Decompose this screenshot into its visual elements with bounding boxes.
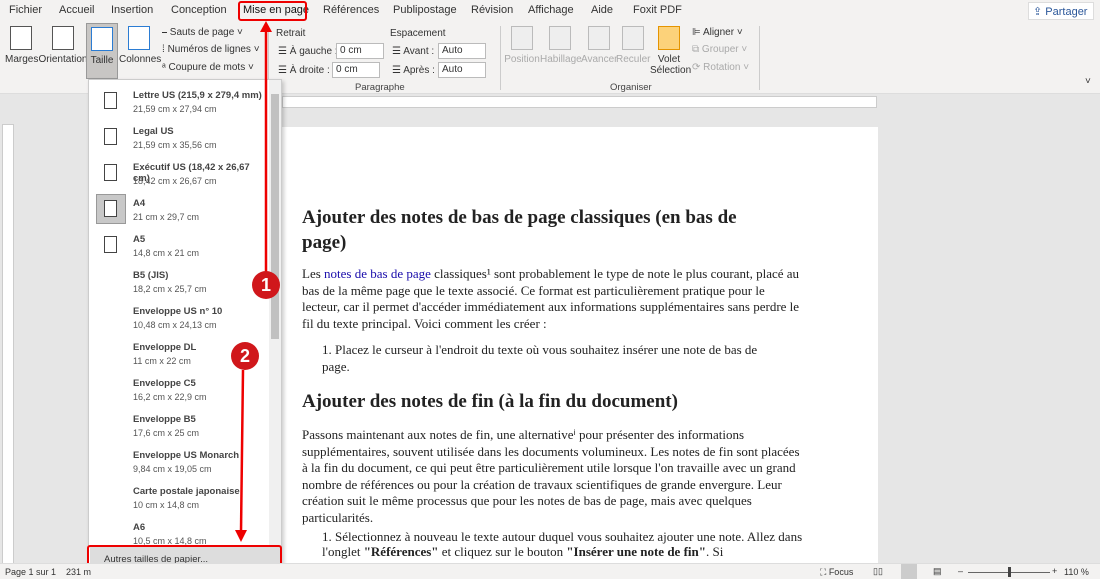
zoom-in-button[interactable]: + [1052, 566, 1057, 576]
print-layout-icon[interactable] [901, 564, 917, 579]
arrow-head [260, 21, 272, 32]
arrow-down [239, 369, 245, 533]
arrow-head [235, 530, 247, 542]
focus-icon: ⛶ [820, 567, 829, 577]
word-count[interactable]: 231 m [66, 567, 91, 577]
status-bar: Page 1 sur 1 231 m ⛶ Focus ▯▯ ▤ – + 110 … [0, 563, 1100, 579]
web-layout-icon[interactable]: ▤ [933, 566, 942, 577]
zoom-out-button[interactable]: – [958, 566, 963, 576]
zoom-level[interactable]: 110 % [1064, 567, 1089, 577]
focus-button[interactable]: ⛶ Focus [820, 567, 853, 578]
page-count[interactable]: Page 1 sur 1 [5, 567, 56, 577]
step-1-badge: 1 [252, 271, 280, 299]
read-mode-icon[interactable]: ▯▯ [873, 566, 883, 577]
zoom-slider-thumb[interactable] [1008, 567, 1011, 577]
annotation-arrows [235, 21, 272, 542]
step-2-badge: 2 [231, 342, 259, 370]
